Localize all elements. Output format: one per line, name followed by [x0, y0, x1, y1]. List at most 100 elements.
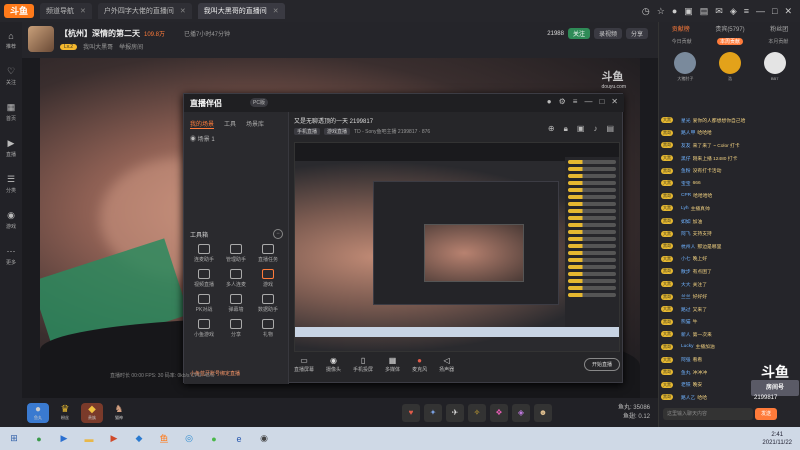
folder-icon[interactable]: ▬ — [79, 430, 99, 448]
menu-icon[interactable]: ≡ — [573, 97, 578, 106]
rail-item-recommend[interactable]: ⌂ 推荐 — [0, 22, 22, 58]
tool-item[interactable]: 礼物 — [252, 319, 284, 338]
wand-icon[interactable]: ✧ — [468, 403, 486, 422]
start-icon[interactable]: ⊞ — [4, 430, 24, 448]
footer-screen[interactable]: ▭ 直播屏幕 — [294, 356, 314, 373]
close-icon[interactable]: ✕ — [180, 7, 186, 15]
chat-nickname[interactable]: 宝宝 — [681, 180, 691, 187]
tab-fans[interactable]: 粉丝团 — [770, 24, 788, 33]
chat-nickname[interactable]: 散步 — [681, 268, 691, 275]
collapse-icon[interactable]: − — [273, 229, 283, 239]
footer-media[interactable]: ▦ 多媒体 — [385, 356, 400, 373]
sword-icon[interactable]: ✦ — [424, 403, 442, 422]
scene-item[interactable]: ◉ 场景 1 — [190, 134, 215, 143]
chat-nickname[interactable]: 兰兰 — [681, 293, 691, 300]
system-clock[interactable]: 2:41 2021/11/22 — [762, 431, 792, 447]
tab-channel-nav[interactable]: 频道导航 ✕ — [40, 3, 92, 19]
chat-nickname[interactable]: 黑仔 — [681, 155, 691, 162]
chat-message[interactable]: 黑哥 兰兰 好好好 — [661, 290, 799, 303]
chat-nickname[interactable]: 友友 — [681, 142, 691, 149]
bell-icon[interactable]: ♪ — [593, 124, 597, 134]
chat-nickname[interactable]: 大大 — [681, 281, 691, 288]
tab-vip[interactable]: 贵宾(5797) — [715, 24, 744, 33]
heart-icon[interactable]: ♥ — [402, 403, 420, 422]
rank-item[interactable]: BB7 — [755, 52, 795, 110]
rail-item-home[interactable]: ▦ 首页 — [0, 94, 22, 130]
chip-game[interactable]: 游戏直播 — [324, 128, 351, 135]
message-icon[interactable]: ✉ — [715, 6, 723, 17]
tab-room-outdoor[interactable]: 户外四字大佬的直播间 ✕ — [97, 3, 192, 19]
record-button[interactable]: 录视频 — [593, 28, 622, 39]
chat-nickname[interactable]: 阿强 — [681, 356, 691, 363]
tool-item[interactable]: 直播任务 — [252, 244, 284, 263]
chat-message[interactable]: 黑哥 Lucky 主播加油 — [661, 341, 799, 354]
chat-message[interactable]: 大黑 大大 关注了 — [661, 278, 799, 291]
rank-item[interactable]: 浩 — [710, 52, 750, 110]
chat-nickname[interactable]: Lucky — [681, 344, 694, 349]
rail-item-more[interactable]: ⋯ 更多 — [0, 238, 22, 274]
minimize-icon[interactable]: — — [584, 97, 592, 106]
chat-message[interactable]: 黑哥 杭州人 那边是哪里 — [661, 240, 799, 253]
chat-message[interactable]: 大黑 新人 第一次来 — [661, 328, 799, 341]
tool-item[interactable]: 分享 — [220, 319, 252, 338]
avatar[interactable]: ● — [547, 97, 552, 106]
wechat-icon[interactable]: ● — [204, 430, 224, 448]
close-icon[interactable]: ✕ — [273, 7, 279, 15]
dress-icon[interactable]: ◈ — [512, 403, 530, 422]
chat-message[interactable]: 黑哥 鱼粉 没有打卡活动 — [661, 164, 799, 177]
chat-nickname[interactable]: 熊猫 — [681, 318, 691, 325]
streamer-name[interactable]: 我叫大黑哥 — [83, 42, 113, 51]
streamer-avatar[interactable] — [28, 26, 54, 52]
play-icon[interactable]: ▶ — [104, 430, 124, 448]
chat-nickname[interactable]: 如如 — [681, 218, 691, 225]
minimize-icon[interactable]: — — [756, 6, 765, 16]
footer-mic[interactable]: ● 麦克风 — [412, 356, 427, 373]
gift-cat[interactable]: ♞ 猫神 — [108, 403, 130, 423]
lock-icon[interactable]: 🔒︎ — [564, 124, 568, 134]
tool-item[interactable]: 游戏 — [252, 269, 284, 288]
chat-nickname[interactable]: 新人 — [681, 331, 691, 338]
chat-nickname[interactable]: 阿飞 — [681, 230, 691, 237]
chat-message[interactable]: 大黑 宝宝 666 — [661, 177, 799, 190]
chat-message[interactable]: 黑哥 路人甲 哈哈哈 — [661, 127, 799, 140]
follow-button[interactable]: 关注 — [567, 28, 590, 39]
chat-nickname[interactable]: 路人甲 — [681, 129, 695, 136]
tool-item[interactable]: 视频直播 — [188, 269, 220, 288]
chat-nickname[interactable]: 路人乙 — [681, 394, 695, 401]
close-icon[interactable]: ✕ — [611, 97, 618, 106]
eye-icon[interactable]: ◉ — [190, 137, 198, 143]
rank-item[interactable]: 大猪肘子 — [665, 52, 705, 110]
chat-message[interactable]: 黑哥 熊猫牛 — [661, 316, 799, 329]
chat-nickname[interactable]: 小七 — [681, 255, 691, 262]
tab-contribution[interactable]: 贡献榜 — [672, 24, 690, 33]
tab-scene-library[interactable]: 场景库 — [246, 119, 264, 129]
filter-icon[interactable]: ▤ — [606, 124, 614, 134]
chat-message[interactable]: 大黑 路过 又来了 — [661, 303, 799, 316]
tool-item[interactable]: 数据助手 — [252, 294, 284, 313]
time-icon[interactable]: ◷ — [642, 6, 650, 17]
chat-nickname[interactable]: Lyh — [681, 206, 689, 211]
tool-item[interactable]: 管理助手 — [220, 244, 252, 263]
share-button[interactable]: 分享 — [625, 28, 648, 39]
subtab-day[interactable]: 今日贡献 — [672, 38, 692, 45]
chat-nickname[interactable]: 老铁 — [681, 381, 691, 388]
chat-message[interactable]: 大黑 星光 爱你的人都想想你自己哈 — [661, 114, 799, 127]
media-player-icon[interactable]: ▶ — [54, 430, 74, 448]
layout-icon[interactable]: ▣ — [577, 124, 585, 134]
chat-message[interactable]: 大黑 黑仔 刚来上播 12480 打卡 — [661, 152, 799, 165]
chat-message[interactable]: 大黑 阿飞 支持支持 — [661, 227, 799, 240]
chat-icon[interactable]: ▤ — [700, 6, 709, 17]
report-link[interactable]: 举报房间 — [119, 42, 143, 51]
subtab-week[interactable]: 本周贡献 — [716, 38, 743, 45]
rail-item-game[interactable]: ◉ 游戏 — [0, 202, 22, 238]
maximize-icon[interactable]: □ — [772, 6, 777, 16]
tool-item[interactable]: 多人连麦 — [220, 269, 252, 288]
chat-nickname[interactable]: 鱼丸 — [681, 369, 691, 376]
chat-nickname[interactable]: 鱼粉 — [681, 167, 691, 174]
rail-item-follow[interactable]: ♡ 关注 — [0, 58, 22, 94]
chat-nickname[interactable]: CPR — [681, 193, 691, 198]
tab-tools[interactable]: 工具 — [224, 119, 236, 129]
settings-icon[interactable]: ⚙ — [559, 97, 566, 106]
chat-message[interactable]: 黑哥 友友 来了来了 ~ Color 打卡 — [661, 139, 799, 152]
send-button[interactable]: 发送 — [755, 408, 777, 420]
